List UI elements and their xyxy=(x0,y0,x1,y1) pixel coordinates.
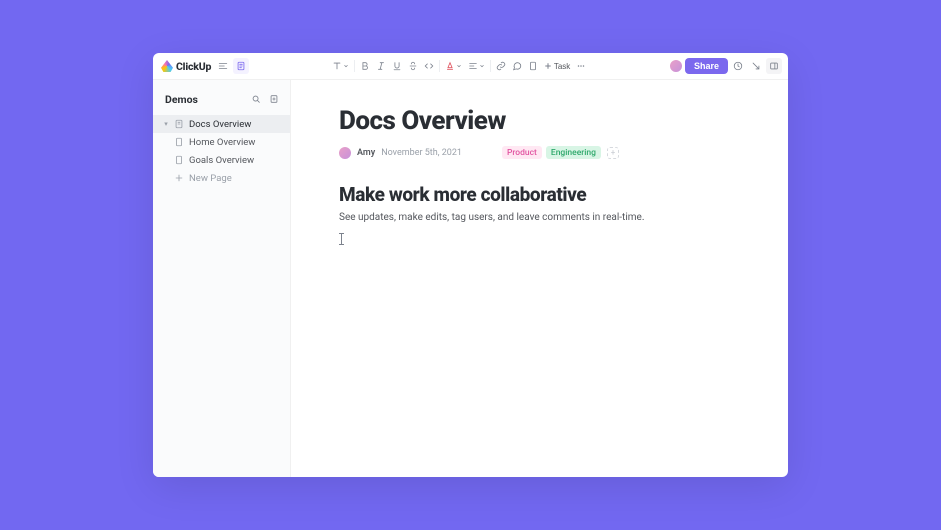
panel-icon xyxy=(769,61,779,71)
page-icon xyxy=(174,155,184,165)
sidebar-item-docs-overview[interactable]: ▾ Docs Overview xyxy=(153,115,290,133)
sidebar-title: Demos xyxy=(165,93,198,106)
sidebar-new-page[interactable]: ▸ New Page xyxy=(153,169,290,187)
doc-icon xyxy=(174,119,184,129)
new-doc-icon xyxy=(269,94,279,104)
brand-logo[interactable]: ClickUp xyxy=(159,60,213,73)
underline-button[interactable] xyxy=(389,58,405,74)
task-label: Task xyxy=(554,62,570,71)
add-task-button[interactable]: Task xyxy=(541,58,573,74)
sidebar-new-button[interactable] xyxy=(266,91,282,107)
menu-toggle-button[interactable] xyxy=(215,58,231,74)
document-editor[interactable]: Docs Overview Amy November 5th, 2021 Pro… xyxy=(291,80,788,477)
underline-icon xyxy=(392,61,402,71)
caret-down-icon[interactable]: ▾ xyxy=(163,120,169,128)
comment-button[interactable] xyxy=(509,58,525,74)
document-icon xyxy=(236,61,246,71)
align-left-icon xyxy=(468,61,478,71)
app-window: ClickUp xyxy=(153,53,788,477)
sidebar-item-home-overview[interactable]: ▸ Home Overview xyxy=(153,133,290,151)
link-icon xyxy=(496,61,506,71)
doc-title[interactable]: Docs Overview xyxy=(339,106,740,136)
sidebar-search-button[interactable] xyxy=(248,91,264,107)
more-formatting-button[interactable] xyxy=(573,58,589,74)
tag-engineering[interactable]: Engineering xyxy=(546,146,601,159)
add-tag-button[interactable]: + xyxy=(607,147,619,159)
italic-button[interactable] xyxy=(373,58,389,74)
code-icon xyxy=(424,61,434,71)
text-type-icon xyxy=(332,61,342,71)
menu-icon xyxy=(218,61,228,71)
attachment-button[interactable] xyxy=(525,58,541,74)
page-icon xyxy=(528,61,538,71)
clickup-logo-icon xyxy=(161,60,173,72)
clock-icon xyxy=(733,61,743,71)
text-color-button[interactable] xyxy=(442,58,465,74)
share-button[interactable]: Share xyxy=(685,58,728,74)
plus-icon xyxy=(174,173,184,183)
page-icon xyxy=(174,137,184,147)
author-name: Amy xyxy=(357,148,375,158)
tag-product[interactable]: Product xyxy=(502,146,542,159)
doc-paragraph[interactable]: See updates, make edits, tag users, and … xyxy=(339,212,740,223)
strikethrough-icon xyxy=(408,61,418,71)
chevron-down-icon xyxy=(479,63,485,69)
sidebar-item-label: Docs Overview xyxy=(189,119,251,130)
strikethrough-button[interactable] xyxy=(405,58,421,74)
text-cursor-icon xyxy=(341,233,342,245)
new-page-label: New Page xyxy=(189,173,232,184)
chevron-down-icon xyxy=(456,63,462,69)
author-avatar[interactable] xyxy=(339,147,351,159)
sidebar-item-goals-overview[interactable]: ▸ Goals Overview xyxy=(153,151,290,169)
formatting-toolbar: Task xyxy=(329,58,589,74)
text-style-dropdown[interactable] xyxy=(329,58,352,74)
sidebar-item-label: Goals Overview xyxy=(189,155,254,166)
topbar: ClickUp xyxy=(153,53,788,80)
doc-meta-row: Amy November 5th, 2021 Product Engineeri… xyxy=(339,146,740,159)
sidebar-item-label: Home Overview xyxy=(189,137,255,148)
expand-icon xyxy=(751,61,761,71)
panel-toggle-button[interactable] xyxy=(766,58,782,74)
italic-icon xyxy=(376,61,386,71)
bold-button[interactable] xyxy=(357,58,373,74)
code-button[interactable] xyxy=(421,58,437,74)
brand-name: ClickUp xyxy=(176,60,211,73)
doc-heading[interactable]: Make work more collaborative xyxy=(339,183,740,206)
doc-mode-button[interactable] xyxy=(233,58,249,74)
text-color-icon xyxy=(445,61,455,71)
history-button[interactable] xyxy=(730,58,746,74)
align-button[interactable] xyxy=(465,58,488,74)
link-button[interactable] xyxy=(493,58,509,74)
plus-icon xyxy=(544,62,552,70)
bold-icon xyxy=(360,61,370,71)
chevron-down-icon xyxy=(343,63,349,69)
sidebar: Demos ▾ Docs Overview ▸ Home Over xyxy=(153,80,291,477)
comment-icon xyxy=(512,61,522,71)
dots-icon xyxy=(576,61,586,71)
doc-date: November 5th, 2021 xyxy=(381,148,462,158)
search-icon xyxy=(251,94,261,104)
user-avatar[interactable] xyxy=(669,59,683,73)
expand-button[interactable] xyxy=(748,58,764,74)
